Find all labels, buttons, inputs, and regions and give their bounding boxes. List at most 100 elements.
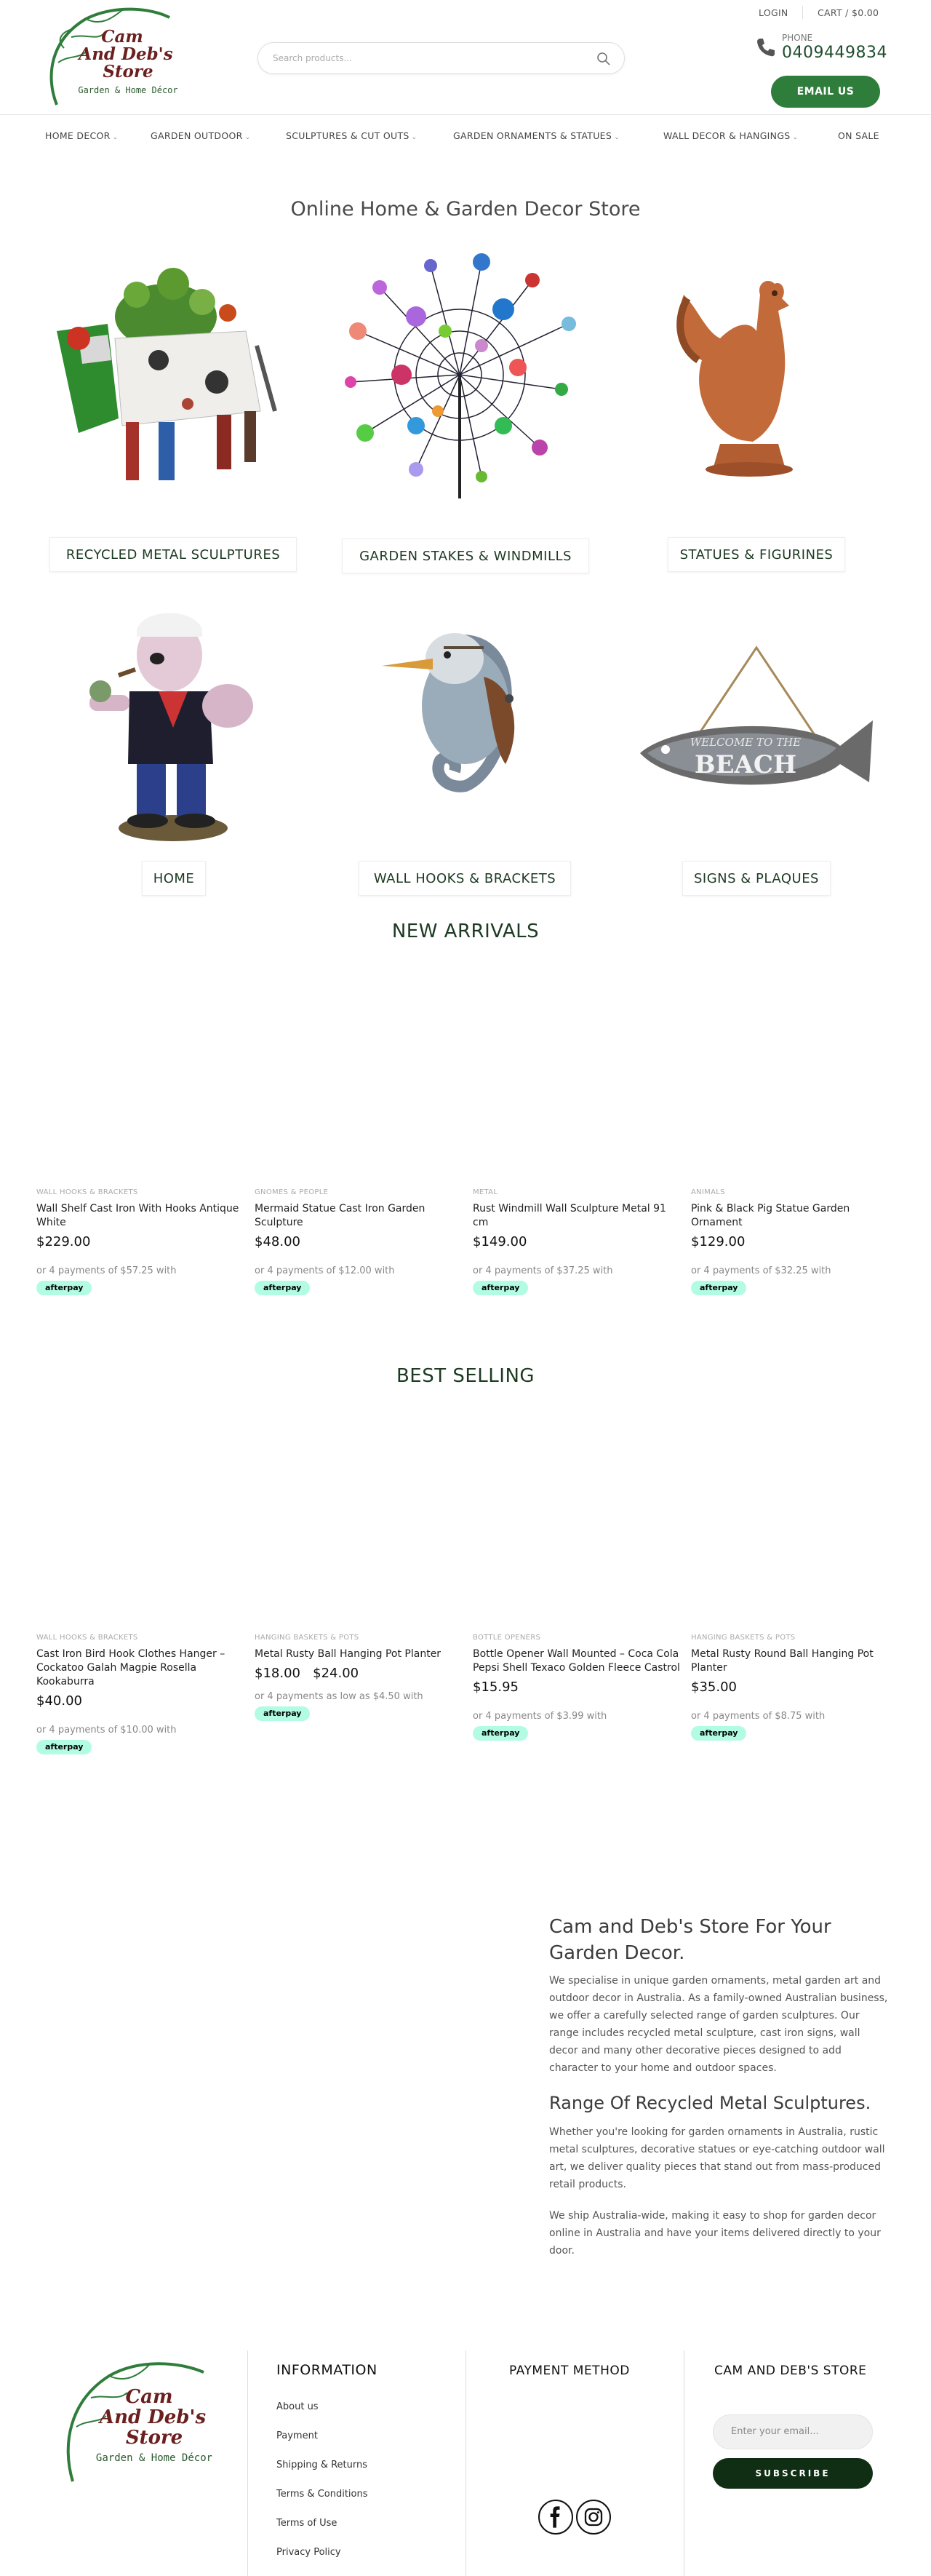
product-card[interactable]: HANGING BASKETS & POTS Metal Rusty Ball … xyxy=(255,1634,462,1721)
product-price-range: $18.00 $24.00 xyxy=(255,1666,462,1681)
product-price: $129.00 xyxy=(691,1234,746,1249)
search-icon[interactable] xyxy=(596,52,611,66)
product-card[interactable]: WALL HOOKS & BRACKETS Cast Iron Bird Hoo… xyxy=(36,1634,244,1754)
category-signs-plaques[interactable]: SIGNS & PLAQUES xyxy=(682,861,831,896)
footer-link-shipping[interactable]: Shipping & Returns xyxy=(276,2460,367,2470)
phone-icon xyxy=(757,39,775,57)
product-price: $40.00 xyxy=(36,1693,82,1709)
range-heading: Range Of Recycled Metal Sculptures. xyxy=(549,2093,871,2113)
product-card[interactable]: GNOMES & PEOPLE Mermaid Statue Cast Iron… xyxy=(255,1188,462,1295)
popeye-figurine-image[interactable] xyxy=(49,597,297,844)
site-header: Cam And Deb's Store Garden & Home Décor … xyxy=(0,0,931,115)
product-card[interactable]: WALL HOOKS & BRACKETS Wall Shelf Cast Ir… xyxy=(36,1188,244,1295)
footer-logo-text-2: And Deb's xyxy=(97,2406,207,2428)
product-name[interactable]: Cast Iron Bird Hook Clothes Hanger – Coc… xyxy=(36,1647,244,1689)
afterpay-badge[interactable]: afterpay xyxy=(473,1281,529,1295)
kookaburra-hook-image[interactable] xyxy=(338,597,586,844)
afterpay-badge[interactable]: afterpay xyxy=(473,1726,529,1741)
chevron-down-icon: ⌄ xyxy=(411,134,417,141)
product-name[interactable]: Wall Shelf Cast Iron With Hooks Antique … xyxy=(36,1202,244,1230)
product-name[interactable]: Mermaid Statue Cast Iron Garden Sculptur… xyxy=(255,1202,462,1230)
footer-logo-text-3: Store xyxy=(126,2427,183,2449)
installment-text: or 4 payments as low as $4.50 with xyxy=(255,1691,423,1702)
afterpay-badge[interactable]: afterpay xyxy=(691,1726,747,1741)
store-logo[interactable]: Cam And Deb's Store Garden & Home Décor xyxy=(42,4,188,110)
category-statues-figurines[interactable]: STATUES & FIGURINES xyxy=(668,537,845,572)
product-category[interactable]: METAL xyxy=(473,1188,680,1196)
phone-number[interactable]: 0409449834 xyxy=(782,44,887,62)
product-category[interactable]: GNOMES & PEOPLE xyxy=(255,1188,462,1196)
instagram-icon[interactable] xyxy=(576,2500,611,2535)
search-placeholder: Search products... xyxy=(273,53,352,63)
product-price: $149.00 xyxy=(473,1234,527,1249)
nav-label: HOME DECOR xyxy=(45,130,111,141)
product-card[interactable]: METAL Rust Windmill Wall Sculpture Metal… xyxy=(473,1188,680,1295)
sign-text-1: WELCOME TO THE xyxy=(690,736,801,749)
category-home[interactable]: HOME xyxy=(142,861,206,896)
category-recycled-metal-sculptures[interactable]: RECYCLED METAL SCULPTURES xyxy=(49,537,297,572)
product-category[interactable]: ANIMALS xyxy=(691,1188,898,1196)
page-title: Online Home & Garden Decor Store xyxy=(290,198,641,220)
footer-link-terms-conditions[interactable]: Terms & Conditions xyxy=(276,2489,368,2500)
rooster-statue-image[interactable] xyxy=(633,251,880,498)
wind-spinner-image[interactable] xyxy=(336,251,583,498)
nav-item-garden-outdoor[interactable]: GARDEN OUTDOOR ⌄ xyxy=(151,130,250,141)
logo-text-1: Cam xyxy=(101,27,143,47)
installment-text: or 4 payments of $32.25 with xyxy=(691,1265,831,1276)
cart-link[interactable]: CART / $0.00 xyxy=(818,7,879,18)
product-category[interactable]: WALL HOOKS & BRACKETS xyxy=(36,1634,244,1642)
category-garden-stakes-windmills[interactable]: GARDEN STAKES & WINDMILLS xyxy=(342,538,589,573)
product-name[interactable]: Rust Windmill Wall Sculpture Metal 91 cm xyxy=(473,1202,680,1230)
footer-link-about[interactable]: About us xyxy=(276,2401,319,2412)
metal-cow-planter-image[interactable] xyxy=(49,251,297,498)
nav-item-sculptures[interactable]: SCULPTURES & CUT OUTS ⌄ xyxy=(286,130,417,141)
product-card[interactable]: HANGING BASKETS & POTS Metal Rusty Round… xyxy=(691,1634,898,1741)
product-card[interactable]: ANIMALS Pink & Black Pig Statue Garden O… xyxy=(691,1188,898,1295)
product-category[interactable]: BOTTLE OPENERS xyxy=(473,1634,680,1642)
footer-link-privacy[interactable]: Privacy Policy xyxy=(276,2547,341,2558)
nav-item-garden-ornaments[interactable]: GARDEN ORNAMENTS & STATUES ⌄ xyxy=(453,130,620,141)
footer-store-title: CAM AND DEB'S STORE xyxy=(714,2364,867,2378)
search-input[interactable]: Search products... xyxy=(257,42,625,74)
product-price: $35.00 xyxy=(691,1679,737,1695)
nav-item-wall-decor[interactable]: WALL DECOR & HANGINGS ⌄ xyxy=(663,130,798,141)
phone-label: PHONE xyxy=(782,33,813,43)
afterpay-badge[interactable]: afterpay xyxy=(36,1281,92,1295)
product-name[interactable]: Metal Rusty Ball Hanging Pot Planter xyxy=(255,1647,462,1661)
facebook-icon[interactable] xyxy=(538,2500,573,2535)
footer-info-title: INFORMATION xyxy=(276,2362,377,2378)
installment-text: or 4 payments of $3.99 with xyxy=(473,1711,607,1722)
afterpay-badge[interactable]: afterpay xyxy=(255,1706,311,1721)
chevron-down-icon: ⌄ xyxy=(792,134,799,141)
product-name[interactable]: Metal Rusty Round Ball Hanging Pot Plant… xyxy=(691,1647,898,1675)
product-name[interactable]: Pink & Black Pig Statue Garden Ornament xyxy=(691,1202,898,1230)
afterpay-badge[interactable]: afterpay xyxy=(36,1740,92,1754)
afterpay-badge[interactable]: afterpay xyxy=(691,1281,747,1295)
product-price: $15.95 xyxy=(473,1679,519,1695)
product-name[interactable]: Bottle Opener Wall Mounted – Coca Cola P… xyxy=(473,1647,680,1675)
chevron-down-icon: ⌄ xyxy=(112,134,119,141)
nav-item-on-sale[interactable]: ON SALE xyxy=(838,130,879,141)
product-category[interactable]: HANGING BASKETS & POTS xyxy=(691,1634,898,1642)
subscribe-button[interactable]: SUBSCRIBE xyxy=(713,2458,873,2489)
chevron-down-icon: ⌄ xyxy=(244,134,251,141)
footer-link-terms-use[interactable]: Terms of Use xyxy=(276,2518,337,2529)
price-max: $24.00 xyxy=(313,1666,359,1681)
email-us-button[interactable]: EMAIL US xyxy=(771,76,880,108)
product-category[interactable]: HANGING BASKETS & POTS xyxy=(255,1634,462,1642)
beach-fish-sign-image[interactable]: WELCOME TO THE BEACH xyxy=(633,597,880,844)
nav-label: ON SALE xyxy=(838,130,879,141)
main-nav: HOME DECOR ⌄ GARDEN OUTDOOR ⌄ SCULPTURES &… xyxy=(0,116,931,156)
afterpay-badge[interactable]: afterpay xyxy=(255,1281,311,1295)
product-card[interactable]: BOTTLE OPENERS Bottle Opener Wall Mounte… xyxy=(473,1634,680,1741)
chevron-down-icon: ⌄ xyxy=(614,134,620,141)
logo-text-2: And Deb's xyxy=(77,44,172,64)
footer-link-payment[interactable]: Payment xyxy=(276,2430,318,2441)
nav-item-home-decor[interactable]: HOME DECOR ⌄ xyxy=(45,130,119,141)
footer-logo[interactable]: Cam And Deb's Store Garden & Home Décor xyxy=(58,2358,218,2485)
about-heading-line-1: Cam and Deb's Store For Your xyxy=(549,1916,831,1938)
product-category[interactable]: WALL HOOKS & BRACKETS xyxy=(36,1188,244,1196)
newsletter-email-input[interactable]: Enter your email... xyxy=(713,2414,873,2449)
category-wall-hooks-brackets[interactable]: WALL HOOKS & BRACKETS xyxy=(359,861,571,896)
login-link[interactable]: LOGIN xyxy=(759,7,788,18)
